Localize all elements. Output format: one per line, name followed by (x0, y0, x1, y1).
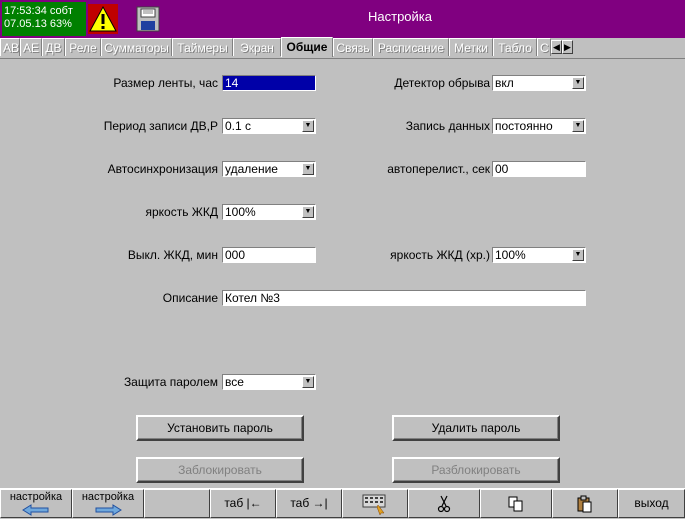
tab-forward-label: таб →| (290, 496, 328, 510)
tape-size-input[interactable]: 14 (222, 75, 316, 91)
tab-forward-button[interactable]: таб →| (276, 489, 342, 518)
tab-strip: АВ АЕ ДВ Реле Сумматоры Таймеры Экран Об… (0, 37, 685, 59)
delete-password-button[interactable]: Удалить пароль (392, 415, 560, 441)
data-record-value: постоянно (495, 119, 553, 133)
tab-ekran[interactable]: Экран (233, 38, 281, 56)
password-protect-value: все (225, 375, 244, 389)
lcd-brightness-standby-select[interactable]: 100% ▼ (492, 247, 586, 263)
lock-button-label: Заблокировать (178, 463, 262, 477)
prev-settings-button[interactable]: настройка (0, 489, 72, 518)
password-protect-label: Защита паролем (123, 375, 218, 389)
tab-svyaz[interactable]: Связь (333, 38, 373, 56)
lcd-brightness-standby-label: яркость ЖКД (хр.) (390, 248, 490, 262)
tab-timery[interactable]: Таймеры (172, 38, 233, 56)
lcd-brightness-select[interactable]: 100% ▼ (222, 204, 316, 220)
tab-obshchie[interactable]: Общие (281, 37, 333, 57)
copy-icon (508, 496, 523, 512)
tab-summatory[interactable]: Сумматоры (101, 38, 172, 56)
tab-raspisanie[interactable]: Расписание (373, 38, 449, 56)
status-clock: 17:53:34 собт 07.05.13 63% (2, 2, 86, 36)
description-label: Описание (162, 291, 218, 305)
autoscroll-label: автоперелист., сек (387, 162, 490, 176)
bottom-toolbar: настройка настройка таб |← таб →| выход (0, 488, 685, 518)
lcd-off-label: Выкл. ЖКД, мин (127, 248, 218, 262)
status-time: 17:53:34 (4, 5, 47, 17)
warning-icon[interactable] (88, 4, 118, 34)
chevron-down-icon[interactable]: ▼ (302, 206, 314, 218)
password-protect-select[interactable]: все ▼ (222, 374, 316, 390)
tab-av[interactable]: АВ (0, 38, 20, 56)
chevron-down-icon[interactable]: ▼ (302, 120, 314, 132)
data-record-label: Запись данных (405, 119, 490, 133)
scissors-icon (437, 495, 451, 513)
prev-settings-label: настройка (9, 491, 63, 503)
exit-button[interactable]: выход (618, 489, 685, 518)
next-settings-label: настройка (81, 491, 135, 503)
lcd-brightness-label: яркость ЖКД (145, 205, 218, 219)
battery-level: 63% (49, 18, 72, 30)
cut-button[interactable] (408, 489, 480, 518)
arrow-left-icon (22, 504, 49, 516)
record-period-value: 0.1 с (225, 119, 252, 133)
lcd-brightness-standby-value: 100% (495, 248, 526, 262)
chevron-down-icon[interactable]: ▼ (302, 376, 314, 388)
autosync-value: удаление (225, 162, 278, 176)
tab-scroll-left-icon[interactable]: ◀ (551, 40, 562, 54)
copy-button[interactable] (480, 489, 552, 518)
toolbar-empty-slot (144, 489, 210, 518)
break-detector-value: вкл (495, 76, 514, 90)
paste-icon (577, 495, 592, 513)
data-record-select[interactable]: постоянно ▼ (492, 118, 586, 134)
tab-ae[interactable]: АЕ (20, 38, 42, 56)
save-disk-icon[interactable] (136, 6, 160, 32)
title-bar: 17:53:34 собт 07.05.13 63% Настройка (0, 0, 685, 38)
record-period-select[interactable]: 0.1 с ▼ (222, 118, 316, 134)
tab-metki[interactable]: Метки (449, 38, 493, 56)
description-input[interactable]: Котел №3 (222, 290, 586, 306)
tab-dv[interactable]: ДВ (42, 38, 65, 56)
chevron-down-icon[interactable]: ▼ (572, 120, 584, 132)
break-detector-select[interactable]: вкл ▼ (492, 75, 586, 91)
next-settings-button[interactable]: настройка (72, 489, 144, 518)
window-title: Настройка (368, 9, 432, 24)
tab-tablo[interactable]: Табло (493, 38, 537, 56)
lcd-brightness-value: 100% (225, 205, 256, 219)
break-detector-label: Детектор обрыва (394, 76, 490, 90)
tab-more[interactable]: С (537, 38, 551, 56)
chevron-down-icon[interactable]: ▼ (302, 163, 314, 175)
autoscroll-input[interactable]: 00 (492, 161, 586, 177)
record-period-label: Период записи ДВ,Р (103, 119, 218, 133)
lock-button[interactable]: Заблокировать (136, 457, 304, 483)
paste-button[interactable] (552, 489, 618, 518)
arrow-right-icon (95, 504, 122, 516)
tab-back-label: таб |← (224, 496, 262, 510)
status-date: 07.05.13 (4, 18, 47, 30)
unlock-button-label: Разблокировать (431, 463, 521, 477)
keyboard-icon (362, 494, 386, 516)
tab-rele[interactable]: Реле (65, 38, 101, 56)
autosync-label: Автосинхронизация (107, 162, 218, 176)
lcd-off-input[interactable]: 000 (222, 247, 316, 263)
exit-label: выход (634, 496, 669, 510)
tab-scroll-right-icon[interactable]: ▶ (562, 40, 573, 54)
keyboard-button[interactable] (342, 489, 408, 518)
set-password-button[interactable]: Установить пароль (136, 415, 304, 441)
tab-back-button[interactable]: таб |← (210, 489, 276, 518)
unlock-button[interactable]: Разблокировать (392, 457, 560, 483)
chevron-down-icon[interactable]: ▼ (572, 249, 584, 261)
tape-size-label: Размер ленты, час (113, 76, 218, 90)
autosync-select[interactable]: удаление ▼ (222, 161, 316, 177)
status-word: собт (49, 5, 73, 17)
chevron-down-icon[interactable]: ▼ (572, 77, 584, 89)
